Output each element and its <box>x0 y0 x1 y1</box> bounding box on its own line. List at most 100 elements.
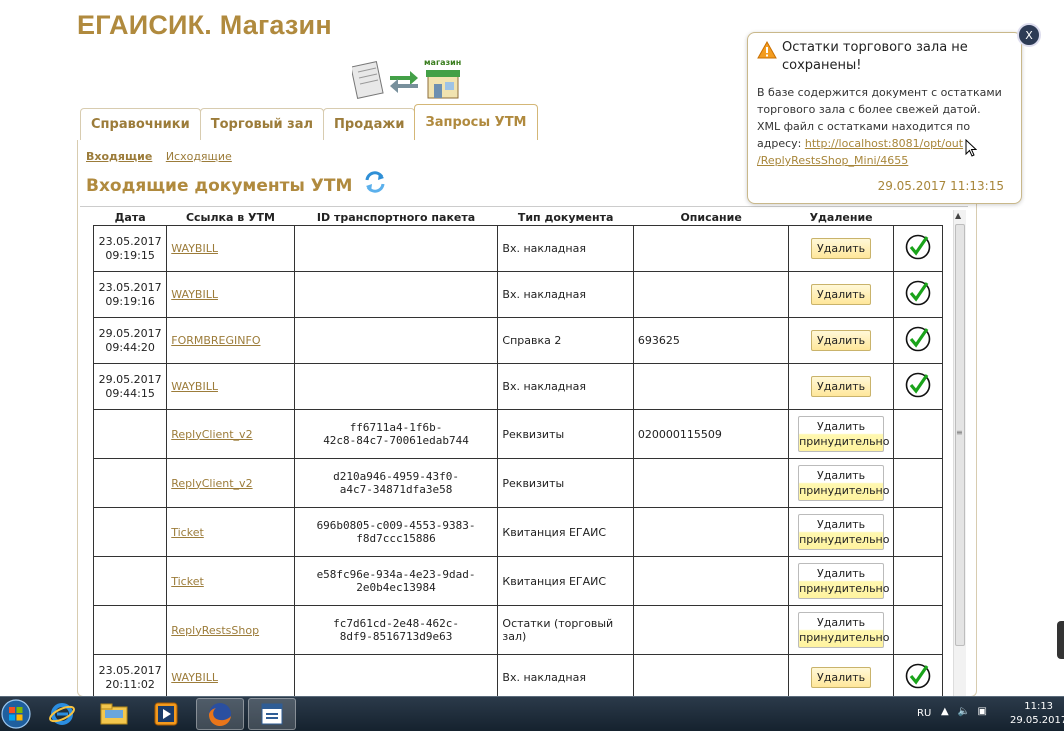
utm-link-cell: ReplyClient_v2 <box>166 409 295 459</box>
table-row: 29.05.2017 09:44:15 WAYBILL Вх. накладная… <box>92 363 944 410</box>
doc-type-cell: Вх. накладная <box>497 654 634 697</box>
utm-link[interactable]: ReplyClient_v2 <box>171 428 252 441</box>
check-icon <box>905 372 931 398</box>
tab-sales-floor[interactable]: Торговый зал <box>199 108 325 141</box>
col-doc-type: Тип документа <box>517 211 614 224</box>
description-cell <box>632 271 790 318</box>
scroll-up-arrow-icon[interactable]: ▲ <box>955 211 961 220</box>
subtab-outgoing[interactable]: Исходящие <box>166 150 232 163</box>
popup-timestamp: 29.05.2017 11:13:15 <box>877 179 1004 193</box>
doc-type-cell: Квитанция ЕГАИС <box>497 507 634 557</box>
table-row: ReplyClient_v2 ff6711a4-1f6b- 42c8-84c7-7… <box>92 409 944 459</box>
refresh-icon[interactable] <box>363 170 387 194</box>
date-cell <box>92 458 168 508</box>
table-row: 29.05.2017 09:44:20 FORMBREGINFO Справка … <box>92 317 944 364</box>
table-row: ReplyRestsShop fc7d61cd-2e48-462c- 8df9-8… <box>92 605 944 655</box>
speaker-icon[interactable]: 🔈 <box>958 706 970 717</box>
subtab-incoming[interactable]: Входящие <box>86 150 152 163</box>
utm-link[interactable]: FORMBREGINFO <box>171 334 260 347</box>
popup-link[interactable]: http://localhost:8081/opt/out <box>805 137 963 150</box>
doc-type-cell: Вх. накладная <box>497 271 634 318</box>
description-cell <box>632 458 790 508</box>
force-delete-button[interactable]: Удалить принудительно <box>798 465 889 501</box>
notification-popup: Остатки торгового зала не сохранены! В б… <box>747 32 1022 204</box>
delete-button[interactable]: Удалить <box>811 284 872 305</box>
delete-button[interactable]: Удалить <box>811 376 872 397</box>
network-icon[interactable]: ▣ <box>978 706 987 717</box>
tab-sales[interactable]: Продажи <box>323 108 416 141</box>
package-id-cell: fc7d61cd-2e48-462c- 8df9-8516713d9e63 <box>293 605 499 655</box>
force-delete-button[interactable]: Удалить принудительно <box>798 514 889 550</box>
utm-link-cell: Ticket <box>166 556 295 606</box>
force-delete-button[interactable]: Удалить принудительно <box>798 563 889 599</box>
date-cell: 23.05.2017 09:19:16 <box>92 271 168 318</box>
utm-link[interactable]: WAYBILL <box>171 288 218 301</box>
package-id-cell: d210a946-4959-43f0- a4c7-34871dfa3e58 <box>293 458 499 508</box>
check-icon <box>905 326 931 352</box>
utm-link[interactable]: Ticket <box>171 575 204 588</box>
date-cell: 29.05.2017 09:44:15 <box>92 363 168 410</box>
date-cell <box>92 507 168 557</box>
col-description: Описание <box>680 211 742 224</box>
delete-cell: Удалить <box>788 654 894 697</box>
warning-icon <box>757 41 777 59</box>
table-row: Ticket 696b0805-c009-4553-9383- f8d7ccc15… <box>92 507 944 557</box>
main-tabs: Справочники Торговый зал Продажи Запросы… <box>80 104 538 141</box>
delete-button[interactable]: Удалить <box>811 238 872 259</box>
force-delete-button[interactable]: Удалить принудительно <box>798 416 889 452</box>
tray-clock[interactable]: 11:13 29.05.2017 <box>1010 700 1064 728</box>
package-id-cell <box>293 271 499 318</box>
utm-link-cell: WAYBILL <box>166 271 295 318</box>
explorer-taskbar-button[interactable] <box>90 698 138 730</box>
ie-taskbar-button[interactable] <box>38 698 86 730</box>
media-player-taskbar-button[interactable] <box>142 698 190 730</box>
check-icon <box>905 280 931 306</box>
utm-link-cell: ReplyClient_v2 <box>166 458 295 508</box>
package-id-cell <box>293 363 499 410</box>
package-id-cell: 696b0805-c009-4553-9383- f8d7ccc15886 <box>293 507 499 557</box>
package-id-cell <box>293 654 499 697</box>
firefox-taskbar-button[interactable] <box>196 698 244 730</box>
status-cell <box>892 271 944 318</box>
delete-button[interactable]: Удалить <box>811 667 872 688</box>
delete-cell: Удалить принудительно <box>788 507 894 557</box>
table-row: 23.05.2017 09:19:15 WAYBILL Вх. накладная… <box>92 225 944 272</box>
app-window-icon <box>261 703 283 725</box>
utm-link[interactable]: Ticket <box>171 526 204 539</box>
windows-logo-icon <box>1 699 31 729</box>
date-cell: 23.05.2017 09:19:15 <box>92 225 168 272</box>
date-cell: 29.05.2017 09:44:20 <box>92 317 168 364</box>
tray-overflow-icon[interactable]: ▲ <box>941 706 949 717</box>
col-date: Дата <box>114 211 146 224</box>
popup-close-button[interactable]: X <box>1017 23 1041 47</box>
description-cell <box>632 507 790 557</box>
utm-link-cell: Ticket <box>166 507 295 557</box>
side-tab-handle[interactable] <box>1057 621 1064 659</box>
popup-link-continued[interactable]: /ReplyRestsShop_Mini/4655 <box>757 154 908 167</box>
language-indicator[interactable]: RU <box>917 708 931 719</box>
check-icon <box>905 663 931 689</box>
force-delete-button[interactable]: Удалить принудительно <box>798 612 889 648</box>
col-utm-link: Ссылка в УТМ <box>185 211 275 224</box>
date-cell <box>92 409 168 459</box>
utm-link[interactable]: WAYBILL <box>171 671 218 684</box>
utm-link[interactable]: ReplyClient_v2 <box>171 477 252 490</box>
utm-link[interactable]: WAYBILL <box>171 242 218 255</box>
utm-link-cell: WAYBILL <box>166 363 295 410</box>
description-cell <box>632 225 790 272</box>
tab-utm-requests[interactable]: Запросы УТМ <box>414 104 538 141</box>
status-cell <box>892 556 944 606</box>
documents-table: Дата Ссылка в УТМ ID транспортного пакет… <box>92 210 944 697</box>
tab-directories[interactable]: Справочники <box>80 108 201 141</box>
start-button[interactable] <box>0 698 40 730</box>
status-cell <box>892 605 944 655</box>
table-row: Ticket e58fc96e-934a-4e23-9dad- 2e0b4ec13… <box>92 556 944 606</box>
app-window-taskbar-button[interactable] <box>248 698 296 730</box>
folder-icon <box>100 703 128 725</box>
delete-button[interactable]: Удалить <box>811 330 872 351</box>
package-id-cell: ff6711a4-1f6b- 42c8-84c7-70061edab744 <box>293 409 499 459</box>
app-title: ЕГАИСИК. Магазин <box>77 10 332 40</box>
doc-type-cell: Реквизиты <box>497 458 634 508</box>
utm-link[interactable]: ReplyRestsShop <box>171 624 259 637</box>
utm-link[interactable]: WAYBILL <box>171 380 218 393</box>
